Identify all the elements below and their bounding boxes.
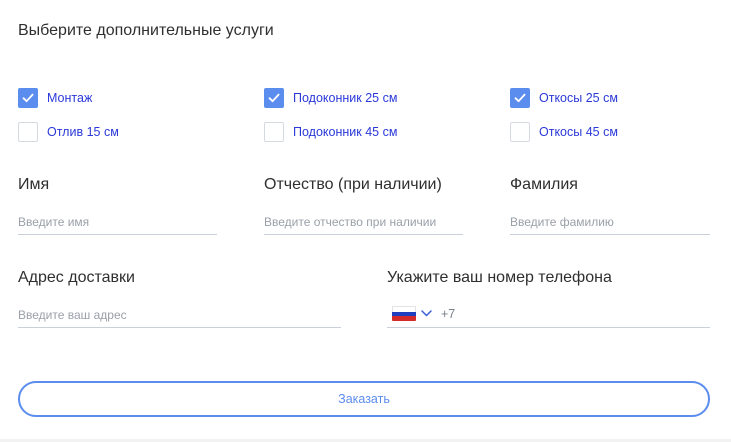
option-label: Монтаж — [47, 91, 93, 105]
address-input[interactable] — [18, 302, 341, 328]
option-montazh[interactable]: Монтаж — [18, 87, 92, 109]
order-button[interactable]: Заказать — [18, 381, 710, 417]
checkbox-montazh[interactable] — [18, 88, 38, 108]
phone-field: +7 — [387, 299, 710, 328]
checkbox-otkosy-25[interactable] — [510, 88, 530, 108]
checkmark-icon — [514, 93, 526, 103]
option-label: Подоконник 45 см — [293, 125, 398, 139]
phone-country-code: +7 — [441, 306, 456, 321]
first-name-input[interactable] — [18, 209, 217, 235]
first-name-label: Имя — [18, 176, 50, 193]
form-title: Выберите дополнительные услуги — [18, 22, 274, 39]
phone-label: Укажите ваш номер телефона — [387, 269, 612, 286]
checkmark-icon — [22, 93, 34, 103]
checkbox-otkosy-45[interactable] — [510, 122, 530, 142]
option-label: Откосы 45 см — [539, 125, 618, 139]
option-otliv-15[interactable]: Отлив 15 см — [18, 121, 119, 143]
option-label: Подоконник 25 см — [293, 91, 398, 105]
checkmark-icon — [268, 93, 280, 103]
middle-name-input[interactable] — [264, 209, 463, 235]
option-label: Откосы 25 см — [539, 91, 618, 105]
middle-name-label: Отчество (при наличии) — [264, 176, 442, 193]
option-podokonnik-25[interactable]: Подоконник 25 см — [264, 87, 397, 109]
option-podokonnik-45[interactable]: Подоконник 45 см — [264, 121, 397, 143]
last-name-input[interactable] — [510, 209, 710, 235]
address-label: Адрес доставки — [18, 269, 135, 286]
chevron-down-icon[interactable] — [421, 309, 433, 319]
option-otkosy-25[interactable]: Откосы 25 см — [510, 87, 618, 109]
checkbox-podokonnik-25[interactable] — [264, 88, 284, 108]
checkbox-otliv-15[interactable] — [18, 122, 38, 142]
option-label: Отлив 15 см — [47, 125, 119, 139]
last-name-label: Фамилия — [510, 176, 578, 193]
checkbox-podokonnik-45[interactable] — [264, 122, 284, 142]
phone-input[interactable] — [459, 299, 710, 328]
option-otkosy-45[interactable]: Откосы 45 см — [510, 121, 618, 143]
russia-flag-icon[interactable] — [392, 306, 416, 321]
